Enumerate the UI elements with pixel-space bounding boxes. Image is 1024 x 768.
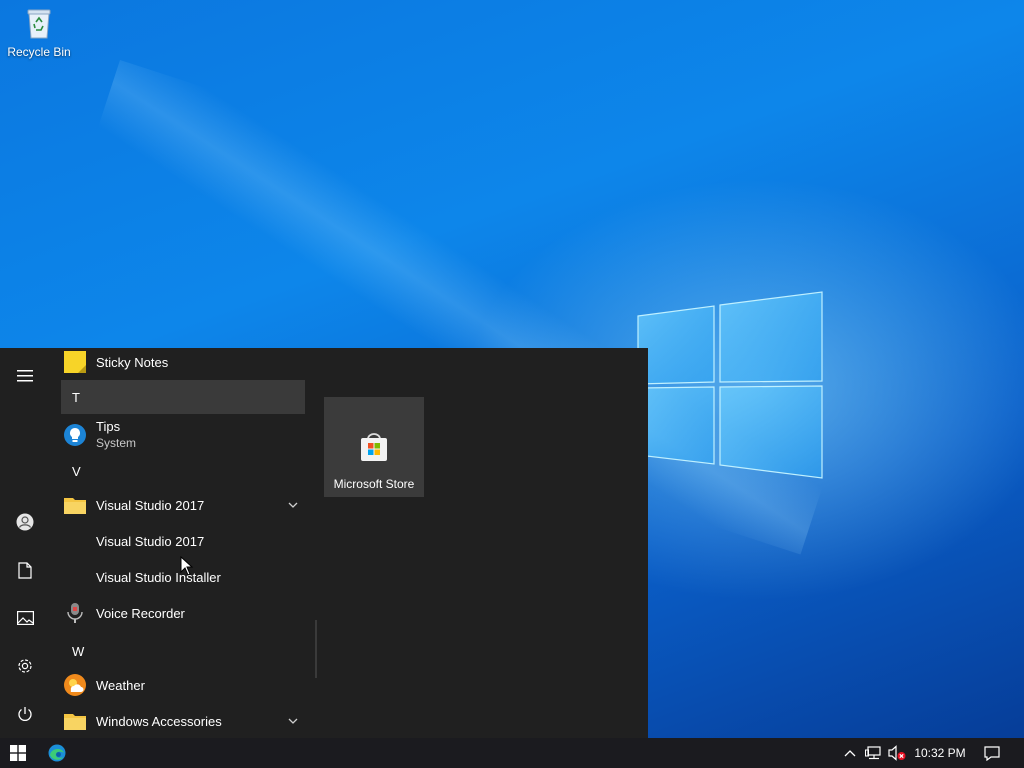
taskbar-clock[interactable]: 10:32 PM [908, 738, 972, 768]
chevron-down-icon [288, 502, 298, 508]
settings-button[interactable] [0, 646, 50, 686]
app-label: Windows Accessories [96, 713, 222, 729]
windows-icon [10, 745, 26, 761]
user-icon [16, 513, 34, 531]
mouse-cursor-icon [180, 556, 194, 576]
tips-icon [64, 424, 86, 446]
edge-icon [48, 744, 66, 762]
recycle-bin-icon [27, 9, 51, 39]
folder-icon [64, 494, 86, 516]
power-icon [18, 707, 32, 721]
app-label: Visual Studio Installer [96, 569, 221, 585]
taskbar-edge-button[interactable] [40, 738, 74, 768]
windows-logo-wallpaper [637, 291, 823, 479]
app-sublabel: System [96, 436, 137, 450]
volume-muted-icon [888, 745, 906, 761]
section-header-v[interactable]: V [61, 454, 305, 488]
pictures-icon [16, 611, 34, 625]
app-label: Voice Recorder [96, 605, 185, 621]
app-folder-windows-accessories[interactable]: Windows Accessories [61, 703, 305, 738]
network-icon [864, 746, 881, 760]
start-button[interactable] [0, 738, 36, 768]
app-item-visual-studio-2017[interactable]: Visual Studio 2017 [61, 523, 305, 559]
app-folder-visual-studio-2017[interactable]: Visual Studio 2017 [61, 487, 305, 523]
notification-icon [984, 745, 1000, 761]
action-center-button[interactable] [978, 738, 1006, 768]
app-item-voice-recorder[interactable]: Voice Recorder [61, 595, 305, 631]
app-list: Sticky Notes T Tips System V Visual Stud… [61, 348, 305, 738]
gear-icon [18, 659, 32, 673]
power-button[interactable] [0, 694, 50, 734]
microphone-icon [64, 602, 86, 624]
weather-icon [64, 674, 86, 696]
tile-microsoft-store[interactable]: Microsoft Store [324, 397, 424, 497]
hamburger-icon [17, 370, 33, 382]
pictures-button[interactable] [0, 598, 50, 638]
app-item-weather[interactable]: Weather [61, 667, 305, 703]
app-item-tips[interactable]: Tips System [61, 416, 305, 454]
start-menu: Sticky Notes T Tips System V Visual Stud… [0, 348, 648, 738]
chevron-down-icon [288, 718, 298, 724]
documents-button[interactable] [0, 550, 50, 590]
taskbar: 10:32 PM [0, 738, 1024, 768]
sticky-notes-icon [64, 351, 86, 373]
app-list-scrollbar[interactable] [315, 620, 317, 678]
expand-menu-button[interactable] [0, 356, 50, 396]
network-button[interactable] [862, 738, 884, 768]
app-label: Weather [96, 677, 145, 693]
app-item-sticky-notes[interactable]: Sticky Notes [61, 348, 305, 380]
desktop-icon-label: Recycle Bin [7, 45, 71, 59]
app-label: Visual Studio 2017 [96, 533, 205, 549]
app-label: Sticky Notes [96, 354, 169, 370]
volume-button[interactable] [886, 738, 908, 768]
tile-label: Microsoft Store [333, 477, 415, 491]
section-header-w[interactable]: W [61, 634, 305, 668]
app-label: Tips [96, 419, 121, 434]
store-icon [361, 433, 387, 461]
desktop-icon-recycle-bin[interactable]: Recycle Bin [6, 6, 72, 59]
account-button[interactable] [0, 502, 50, 542]
document-icon [18, 561, 32, 579]
section-header-t[interactable]: T [61, 380, 305, 414]
show-hidden-icons-button[interactable] [840, 738, 860, 768]
app-label: Visual Studio 2017 [96, 497, 205, 513]
chevron-up-icon [844, 750, 856, 757]
start-rail [0, 348, 50, 738]
folder-icon [64, 710, 86, 732]
